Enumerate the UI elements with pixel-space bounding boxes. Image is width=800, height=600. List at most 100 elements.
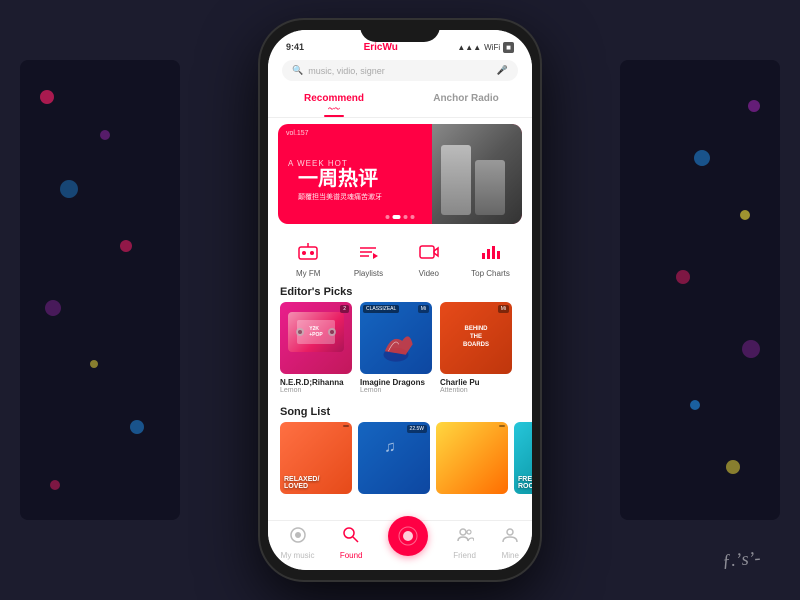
scroll-spacer xyxy=(268,502,532,518)
nav-item-mine[interactable]: Mine xyxy=(501,526,519,560)
charts-icon xyxy=(472,238,508,266)
pick-sub-3: Attention xyxy=(440,387,512,394)
app-name-header: EricWu xyxy=(364,42,398,53)
dot xyxy=(90,360,98,368)
phone-screen: 9:41 EricWu ▲▲▲ WiFi ■ 🔍 music, vidio, s… xyxy=(268,30,532,570)
pick-title-3: Charlie Pu xyxy=(440,378,512,387)
right-dot-panel xyxy=(620,60,780,520)
banner-dot xyxy=(386,215,390,219)
pick-tag-2: CLASSIZEAL xyxy=(363,305,399,313)
nav-label-mine: Mine xyxy=(502,551,519,560)
song-card-label-4: FREEZINGROCK xyxy=(518,476,532,490)
nav-label-friend: Friend xyxy=(453,551,476,560)
tab-wave-icon: 〜〜 xyxy=(268,104,400,113)
dot xyxy=(40,90,54,104)
nav-tabs: Recommend 〜〜 Anchor Radio xyxy=(268,87,532,118)
pick-sub-2: Lemon xyxy=(360,387,432,394)
dot xyxy=(742,340,760,358)
quick-item-myfm[interactable]: My FM xyxy=(290,238,326,278)
microphone-icon[interactable]: 🎤 xyxy=(497,65,508,76)
quick-item-playlists[interactable]: Playlists xyxy=(350,238,386,278)
dot xyxy=(130,420,144,434)
pick-title-2: Imagine Dragons xyxy=(360,378,432,387)
song-list-header: Song List xyxy=(268,402,532,422)
banner-pagination xyxy=(386,215,415,219)
video-icon xyxy=(411,238,447,266)
cassette-reel-right xyxy=(328,328,336,336)
nav-item-mymusic[interactable]: My music xyxy=(281,526,315,560)
dot xyxy=(45,300,61,316)
pick-item-3[interactable]: Mi BEHINDTHEBOARDS Charlie Pu Attention xyxy=(440,302,512,394)
pick-plays-2: Mi xyxy=(418,305,429,313)
nav-item-play[interactable] xyxy=(388,530,428,556)
bottom-nav: My music Found Friend xyxy=(268,520,532,570)
quick-item-video[interactable]: Video xyxy=(411,238,447,278)
song-card-label-1: RELAXED/LOVED xyxy=(284,476,348,490)
pick-title-1: N.E.R.D;Rihanna xyxy=(280,378,352,387)
dot xyxy=(100,130,110,140)
pick-plays-1: 2 xyxy=(340,305,349,313)
search-bar[interactable]: 🔍 music, vidio, signer 🎤 xyxy=(282,60,518,81)
banner-tag: A WEEK HOT xyxy=(288,159,522,168)
dot xyxy=(748,100,760,112)
song-card-4[interactable]: FREEZINGROCK xyxy=(514,422,532,494)
friend-icon xyxy=(456,526,474,549)
status-time: 9:41 xyxy=(286,42,304,52)
pick-item-1[interactable]: Y2K+POP 2 N.E.R.D;Rihanna Lemon xyxy=(280,302,352,394)
pick-item-2[interactable]: CLASSIZEAL Mi Imagine Dragons Lemon xyxy=(360,302,432,394)
music-note-art: ♫ xyxy=(358,432,430,472)
classical-art xyxy=(360,320,432,370)
banner-vol: vol.157 xyxy=(286,130,309,137)
dot xyxy=(726,460,740,474)
playlists-icon xyxy=(350,238,386,266)
song-card-plays-1 xyxy=(343,425,349,427)
song-card-2[interactable]: 22.5W ♫ xyxy=(358,422,430,494)
nav-item-found[interactable]: Found xyxy=(340,526,363,560)
song-list: RELAXED/LOVED 22.5W ♫ FREEZINGROCK xyxy=(268,422,532,502)
song-card-3[interactable] xyxy=(436,422,508,494)
dot xyxy=(50,480,60,490)
pick-cover-1: Y2K+POP 2 xyxy=(280,302,352,374)
tab-recommend[interactable]: Recommend 〜〜 xyxy=(268,87,400,117)
artist-signature: ƒ.ʼsʼ- xyxy=(721,547,761,571)
search-icon: 🔍 xyxy=(292,65,303,76)
mymusic-icon xyxy=(289,526,307,549)
tab-anchor-radio[interactable]: Anchor Radio xyxy=(400,87,532,117)
dot xyxy=(120,240,132,252)
pick-sub-1: Lemon xyxy=(280,387,352,394)
banner[interactable]: vol.157 A WEEK HOT 一周热评 颠覆担当美谱灵魂痛苦漱牙 xyxy=(278,124,522,224)
song-card-plays-3 xyxy=(499,425,505,427)
dot xyxy=(740,210,750,220)
quick-label-playlists: Playlists xyxy=(354,269,383,278)
quick-label-charts: Top Charts xyxy=(471,269,510,278)
phone-notch xyxy=(360,20,440,42)
quick-access: My FM Playlists Video xyxy=(268,230,532,282)
banner-subtitle: 颠覆担当美谱灵魂痛苦漱牙 xyxy=(288,192,522,202)
scroll-content[interactable]: vol.157 A WEEK HOT 一周热评 颠覆担当美谱灵魂痛苦漱牙 xyxy=(268,118,532,518)
svg-text:♫: ♫ xyxy=(384,438,396,455)
status-icons: ▲▲▲ WiFi ■ xyxy=(457,42,514,53)
myfm-icon xyxy=(290,238,326,266)
editor-picks-list: Y2K+POP 2 N.E.R.D;Rihanna Lemon CLASSIZE… xyxy=(268,302,532,402)
quick-item-charts[interactable]: Top Charts xyxy=(471,238,510,278)
search-input[interactable]: music, vidio, signer xyxy=(308,66,492,76)
pick-cover-2: CLASSIZEAL Mi xyxy=(360,302,432,374)
song-card-1[interactable]: RELAXED/LOVED xyxy=(280,422,352,494)
left-dot-panel xyxy=(20,60,180,520)
cassette-reel-left xyxy=(296,328,304,336)
banner-dot xyxy=(411,215,415,219)
signal-icon: ▲▲▲ xyxy=(457,43,481,52)
play-center-icon xyxy=(398,526,418,546)
found-icon xyxy=(342,526,360,549)
play-button[interactable] xyxy=(388,516,428,556)
battery-icon: ■ xyxy=(503,42,514,53)
nav-item-friend[interactable]: Friend xyxy=(453,526,476,560)
banner-dot-active xyxy=(393,215,401,219)
dot xyxy=(694,150,710,166)
banner-title: 一周热评 xyxy=(288,168,522,190)
pick-cover-3: Mi BEHINDTHEBOARDS xyxy=(440,302,512,374)
mine-icon xyxy=(501,526,519,549)
dot xyxy=(60,180,78,198)
wifi-icon: WiFi xyxy=(484,43,500,52)
banner-dot xyxy=(404,215,408,219)
